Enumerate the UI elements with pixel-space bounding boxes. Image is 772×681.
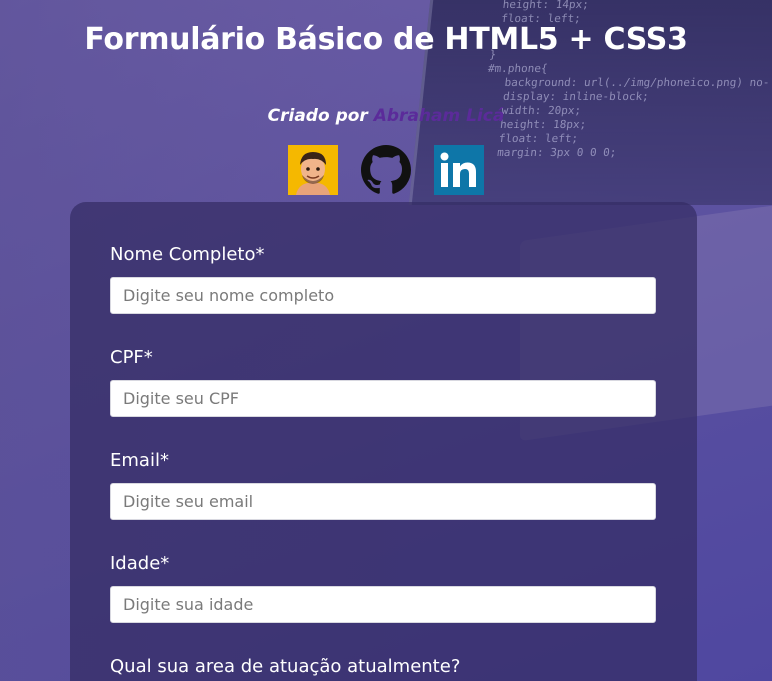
cpf-input[interactable] — [110, 380, 656, 417]
avatar-icon — [288, 145, 338, 195]
form-card: Nome Completo* CPF* Email* Idade* Qual s… — [70, 202, 697, 681]
linkedin-icon — [434, 145, 484, 195]
email-input[interactable] — [110, 483, 656, 520]
idade-input[interactable] — [110, 586, 656, 623]
github-link[interactable] — [361, 145, 411, 195]
code-line: #m.phone{ — [487, 62, 549, 75]
label-cpf: CPF* — [110, 347, 153, 368]
code-line: height: 14px; — [502, 0, 590, 11]
credit-prefix: Criado por — [267, 106, 368, 126]
linkedin-link[interactable] — [434, 145, 484, 195]
label-nome-completo: Nome Completo* — [110, 244, 265, 265]
label-email: Email* — [110, 450, 169, 471]
author-link[interactable]: Abraham Licá — [374, 106, 505, 126]
code-line: background: url(../img/phoneico.png) no- — [503, 76, 771, 89]
nome-completo-input[interactable] — [110, 277, 656, 314]
credit-line: Criado por Abraham Licá — [0, 106, 772, 126]
code-line: display: inline-block; — [502, 90, 650, 103]
github-icon — [361, 145, 411, 194]
avatar-link[interactable] — [288, 145, 338, 195]
label-area-atuacao: Qual sua area de atuação atualmente? — [110, 656, 461, 677]
code-line: float: left; — [498, 132, 579, 145]
label-idade: Idade* — [110, 553, 170, 574]
social-links — [0, 145, 772, 195]
page-title: Formulário Básico de HTML5 + CSS3 — [84, 22, 688, 57]
